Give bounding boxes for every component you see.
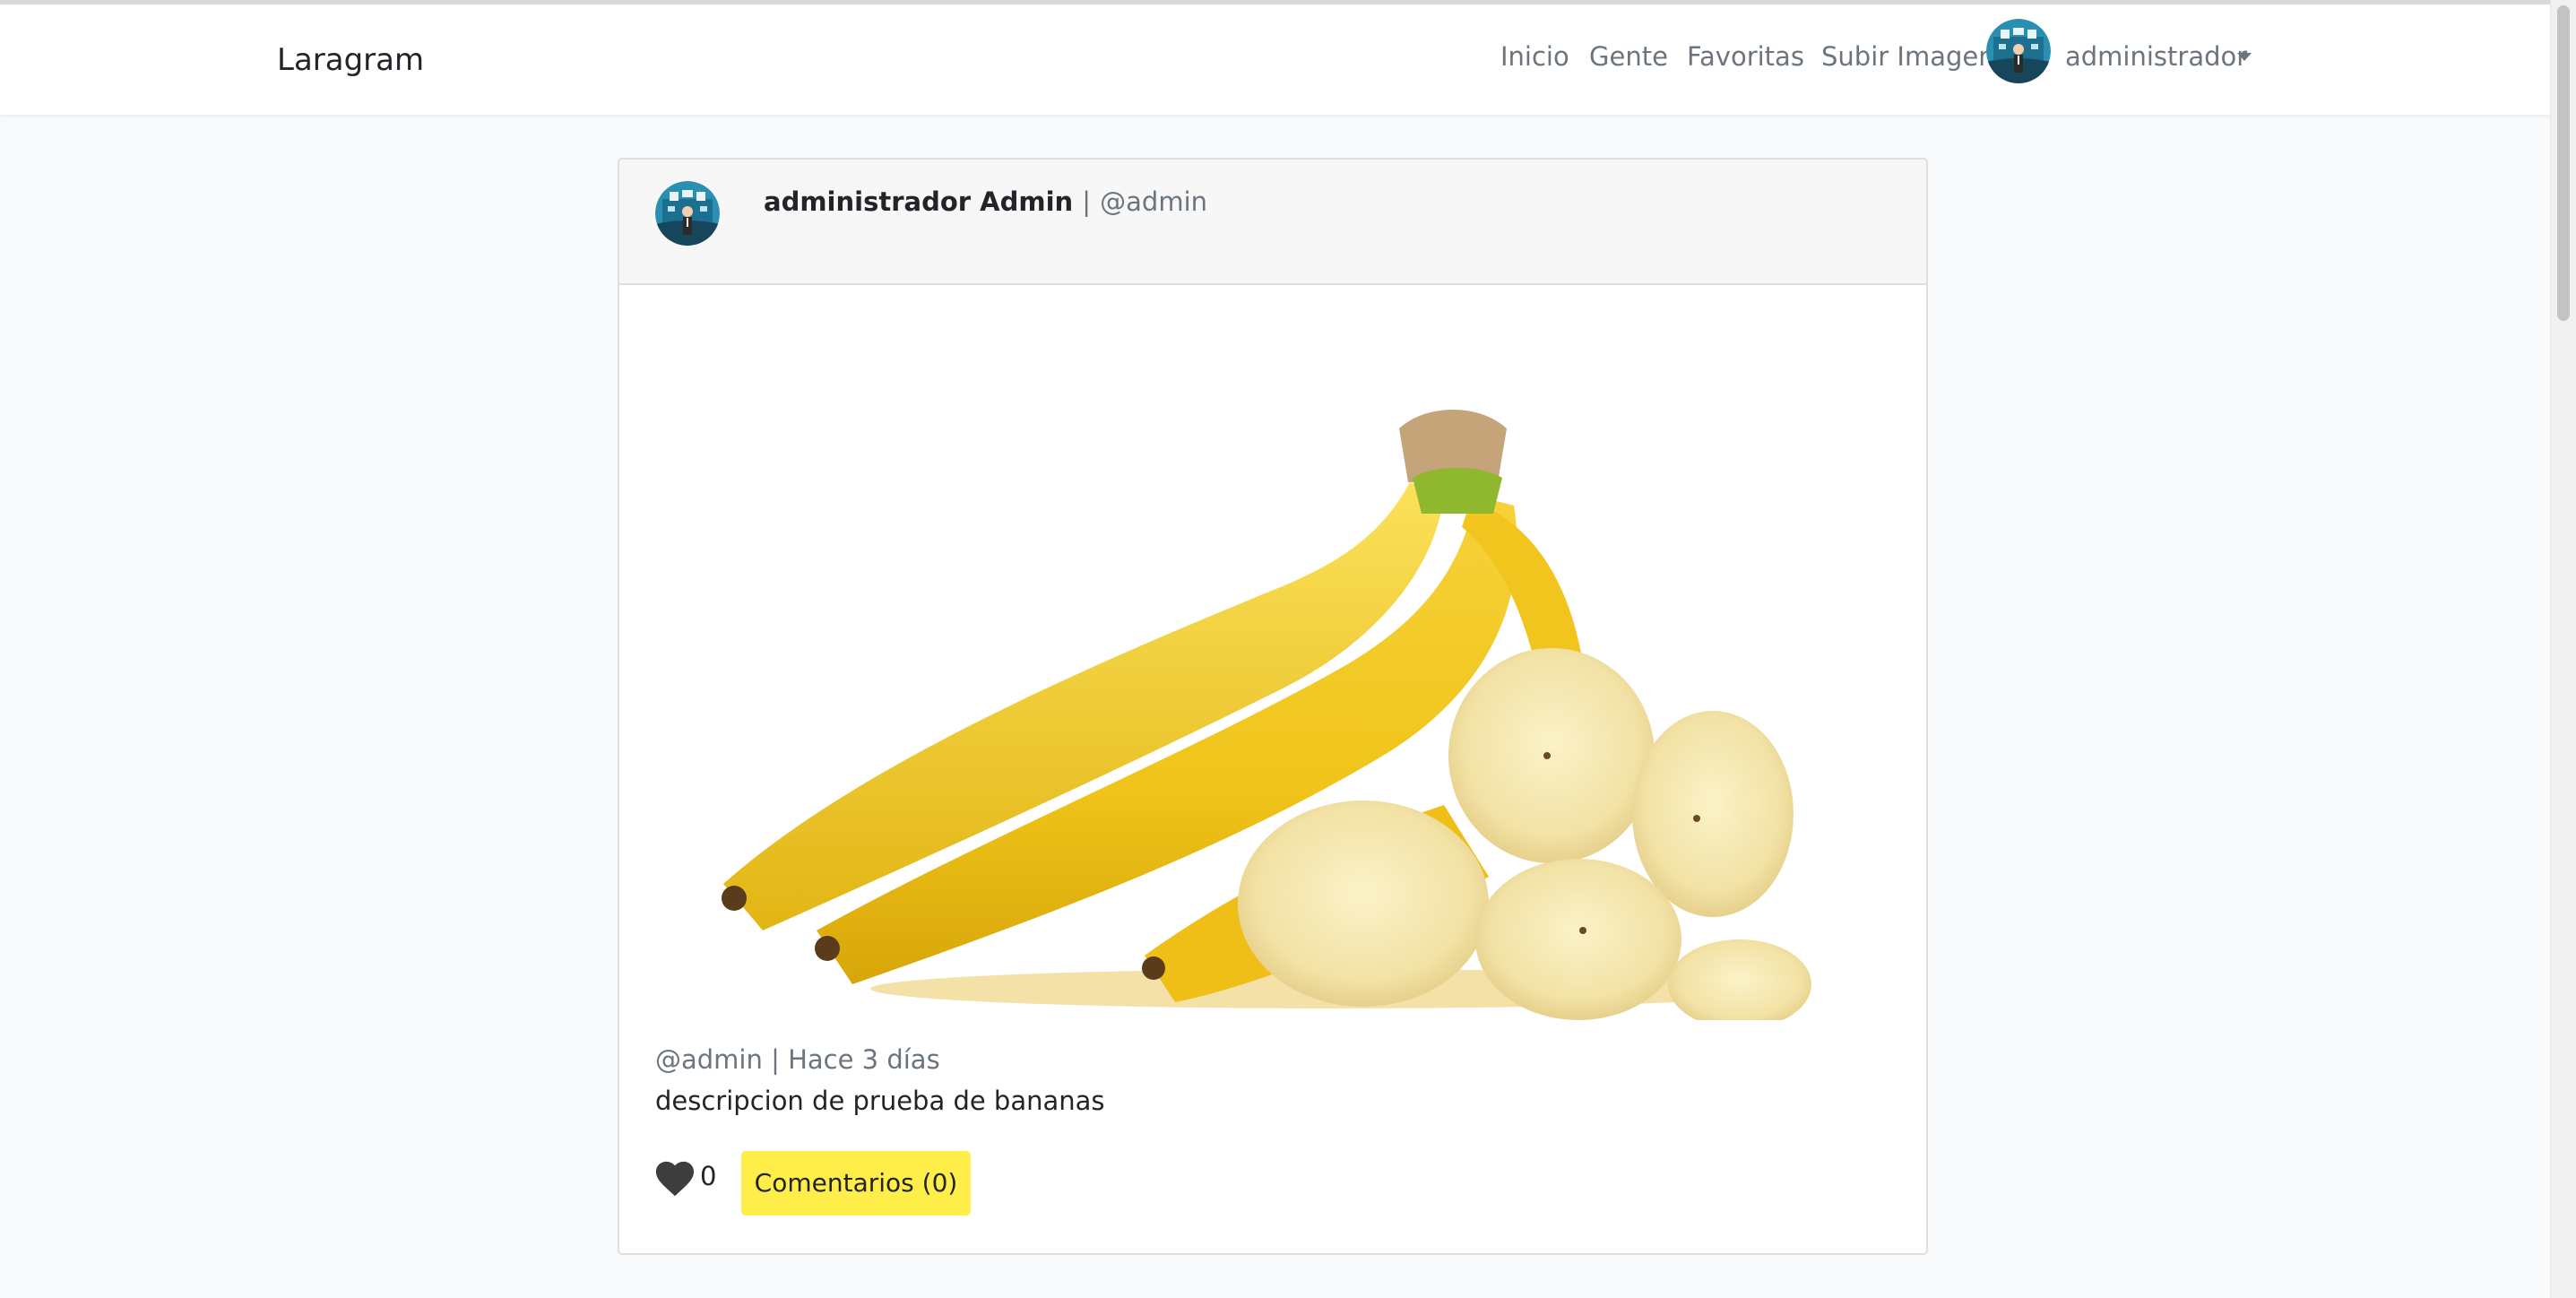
- page-scrollbar[interactable]: [2550, 0, 2576, 1298]
- post-author-nick: @admin: [1100, 186, 1208, 217]
- like-heart-icon[interactable]: [655, 1160, 695, 1198]
- user-dropdown-toggle[interactable]: administrador: [2065, 41, 2247, 72]
- meta-separator: |: [771, 1044, 780, 1075]
- meta-time: Hace 3 días: [788, 1044, 940, 1075]
- author-separator: |: [1082, 186, 1092, 217]
- like-count: 0: [700, 1161, 717, 1191]
- nav-link-subir-imagen[interactable]: Subir Imagen: [1821, 41, 1995, 72]
- post-author-name: administrador Admin: [764, 186, 1074, 217]
- nav-link-gente[interactable]: Gente: [1589, 41, 1668, 72]
- comments-button[interactable]: Comentarios (0): [741, 1151, 971, 1216]
- navbar: Laragram Inicio Gente Favoritas Subir Im…: [0, 4, 2551, 115]
- post-card: administrador Admin | @admin @admin | Ha…: [618, 158, 1928, 1255]
- nav-link-favoritas[interactable]: Favoritas: [1687, 41, 1804, 72]
- scrollbar-thumb[interactable]: [2557, 5, 2570, 321]
- post-meta: @admin | Hace 3 días: [655, 1044, 940, 1075]
- post-author[interactable]: administrador Admin | @admin: [764, 186, 1207, 217]
- brand-logo-link[interactable]: Laragram: [277, 42, 424, 78]
- caret-down-icon: [2237, 53, 2252, 61]
- meta-nick: @admin: [655, 1044, 763, 1075]
- post-card-header: administrador Admin | @admin: [619, 160, 1926, 285]
- post-author-avatar: [655, 181, 720, 246]
- user-avatar[interactable]: [1986, 19, 2051, 83]
- post-description: descripcion de prueba de bananas: [655, 1086, 1105, 1116]
- post-image-bananas[interactable]: [655, 303, 1890, 1029]
- nav-link-inicio[interactable]: Inicio: [1500, 41, 1569, 72]
